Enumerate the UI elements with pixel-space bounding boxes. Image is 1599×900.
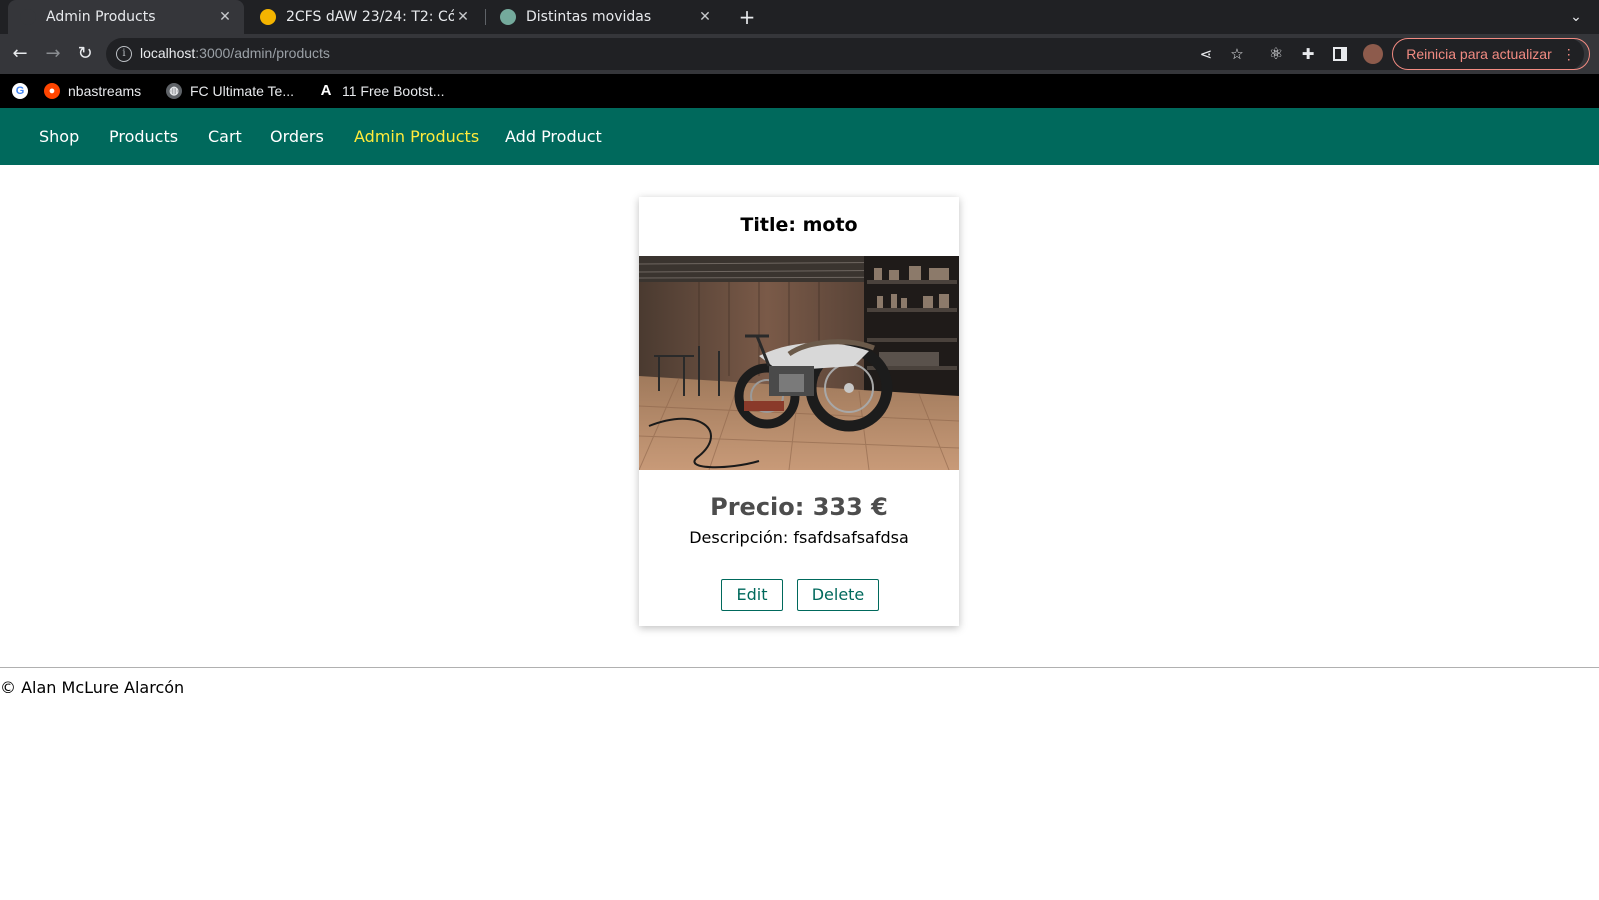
- star-icon[interactable]: ☆: [1225, 42, 1249, 66]
- tab-separator: [485, 9, 486, 25]
- update-button-label: Reinicia para actualizar: [1406, 46, 1552, 62]
- browser-toolbar: ← → ↻ i localhost:3000/admin/products ⋖ …: [0, 34, 1599, 74]
- url-text[interactable]: localhost:3000/admin/products: [140, 45, 330, 61]
- close-icon[interactable]: ✕: [454, 9, 472, 25]
- url-path: :3000/admin/products: [195, 45, 330, 61]
- product-title: Title: moto: [740, 214, 858, 236]
- close-icon[interactable]: ✕: [696, 9, 714, 25]
- product-price: Precio: 333 €: [710, 493, 888, 521]
- footer-copyright: © Alan McLure Alarcón: [0, 678, 185, 697]
- bookmarks-bar: G ● nbastreams ◍ FC Ultimate Te... A 11 …: [0, 74, 1599, 108]
- bookmark-free-bootstrap[interactable]: A 11 Free Bootst...: [318, 74, 445, 108]
- bookmark-nbastreams[interactable]: ● nbastreams: [44, 74, 141, 108]
- bookmark-label: FC Ultimate Te...: [190, 83, 294, 99]
- more-vert-icon: ⋮: [1561, 45, 1576, 62]
- chatgpt-icon: [500, 9, 516, 25]
- product-image: [639, 256, 959, 470]
- bookmark-label: nbastreams: [68, 83, 142, 99]
- info-icon[interactable]: i: [116, 46, 132, 62]
- close-icon[interactable]: ✕: [216, 9, 234, 25]
- bookmark-label: 11 Free Bootst...: [342, 83, 445, 99]
- main-navigation: Shop Products Cart Orders Admin Products…: [0, 108, 1599, 165]
- browser-tabstrip: Admin Products ✕ 2CFS dAW 23/24: T2: Cód…: [0, 0, 1599, 34]
- reload-icon[interactable]: ↻: [72, 41, 98, 67]
- browser-tab-admin-products[interactable]: Admin Products ✕: [8, 0, 244, 34]
- reddit-icon: ●: [44, 83, 60, 99]
- edit-button[interactable]: Edit: [721, 579, 783, 611]
- nav-cart[interactable]: Cart: [208, 108, 242, 165]
- moodle-icon: [260, 9, 276, 25]
- nav-add-product[interactable]: Add Product: [505, 108, 602, 165]
- tab-title: Admin Products: [46, 9, 156, 25]
- url-host: localhost: [140, 45, 196, 61]
- nav-products[interactable]: Products: [109, 108, 178, 165]
- update-button[interactable]: Reinicia para actualizar ⋮: [1392, 38, 1590, 70]
- nav-admin-products[interactable]: Admin Products: [354, 108, 479, 165]
- side-panel-icon[interactable]: [1327, 41, 1353, 67]
- back-arrow-icon[interactable]: ←: [7, 41, 33, 67]
- nav-shop[interactable]: Shop: [39, 108, 79, 165]
- nav-orders[interactable]: Orders: [270, 108, 324, 165]
- avatar[interactable]: [1360, 41, 1386, 67]
- tab-favicon: [20, 9, 36, 25]
- globe-icon: ◍: [166, 83, 182, 99]
- new-tab-icon[interactable]: +: [734, 4, 760, 30]
- browser-tab-2cfs[interactable]: 2CFS dAW 23/24: T2: Códi ✕: [248, 0, 482, 34]
- bookmark-fc-ultimate[interactable]: ◍ FC Ultimate Te...: [166, 74, 294, 108]
- bookmark-google[interactable]: G: [12, 74, 36, 108]
- google-icon: G: [12, 83, 28, 99]
- chevron-down-icon[interactable]: ⌄: [1563, 4, 1589, 30]
- footer-divider: [0, 667, 1599, 668]
- delete-button[interactable]: Delete: [797, 579, 879, 611]
- forward-arrow-icon[interactable]: →: [40, 41, 66, 67]
- product-card: Title: moto Precio: 333 € Descripción: f…: [639, 197, 959, 626]
- font-a-icon: A: [320, 82, 332, 99]
- browser-tab-distintas-movidas[interactable]: Distintas movidas ✕: [488, 0, 724, 34]
- tab-title: Distintas movidas: [526, 9, 652, 25]
- motorcycle-garage-photo: [639, 256, 959, 470]
- extensions-icon[interactable]: ✚: [1295, 41, 1321, 67]
- tab-title: 2CFS dAW 23/24: T2: Códi: [286, 9, 454, 25]
- share-icon[interactable]: ⋖: [1194, 42, 1218, 66]
- product-description: Descripción: fsafdsafsafdsa: [689, 528, 909, 547]
- react-devtools-icon[interactable]: ⚛: [1263, 41, 1289, 67]
